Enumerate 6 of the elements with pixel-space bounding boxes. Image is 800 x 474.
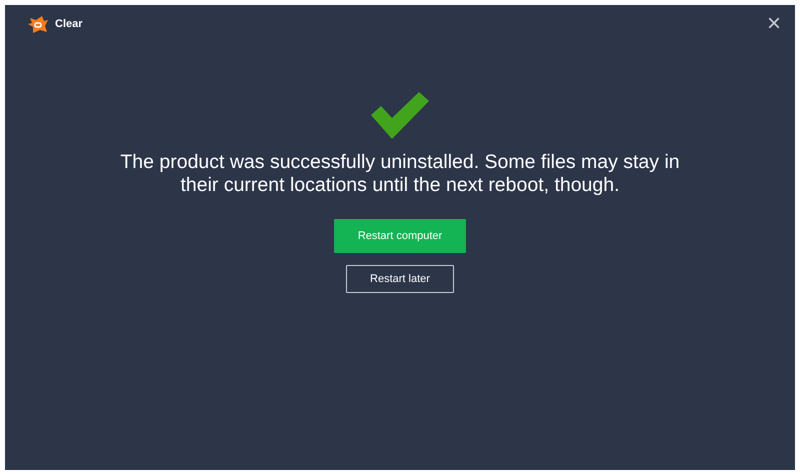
success-message: The product was successfully uninstalled. Some files may stay in their current locations until the next reboot, though.	[119, 151, 681, 197]
window-title: Clear	[55, 18, 83, 30]
logo-icon	[27, 14, 49, 34]
close-button[interactable]: ×	[766, 14, 781, 34]
checkmark-icon	[369, 91, 431, 141]
restart-later-button[interactable]: Restart later	[346, 265, 454, 293]
